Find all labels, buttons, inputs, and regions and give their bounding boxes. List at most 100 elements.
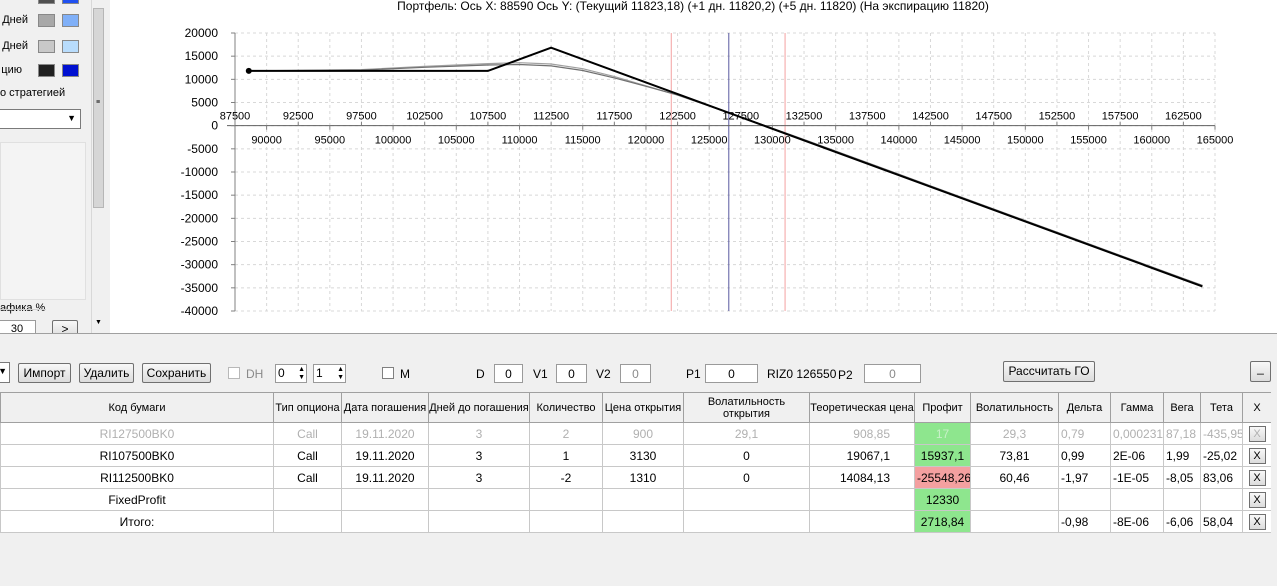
cell-vega[interactable]: 87,18 [1163,422,1201,445]
cell-expiry[interactable] [341,488,429,511]
cell-theo-price[interactable] [809,510,915,533]
color-swatch[interactable] [38,14,55,27]
table-row[interactable]: Итого: 2718,84 -0,98 -8E-06 -6,06 58,04 X [0,510,1272,533]
cell-expiry[interactable]: 19.11.2020 [341,444,429,467]
cell-theo-price[interactable]: 908,85 [809,422,915,445]
cell-type[interactable] [273,488,342,511]
dh-checkbox[interactable] [228,367,240,379]
delete-button[interactable]: Удалить [79,363,134,383]
remove-row-button[interactable]: X [1248,513,1266,530]
cell-days[interactable]: 3 [428,466,530,489]
cell-days[interactable]: 3 [428,422,530,445]
cell-delta[interactable]: 0,79 [1058,422,1111,445]
cell-vol[interactable] [970,510,1059,533]
col-header-gamma[interactable]: Гамма [1110,392,1164,423]
col-header-type[interactable]: Тип опциона [273,392,342,423]
cell-open-price[interactable]: 900 [602,422,684,445]
color-swatch[interactable] [38,64,55,77]
cell-gamma[interactable]: -8E-06 [1110,510,1164,533]
cell-profit[interactable]: 17 [914,422,971,445]
col-header-expiry[interactable]: Дата погашения [341,392,429,423]
cell-theta[interactable] [1200,488,1243,511]
cell-profit[interactable]: 2718,84 [914,510,971,533]
cell-theta[interactable]: 58,04 [1200,510,1243,533]
cell-type[interactable]: Call [273,422,342,445]
cell-open-price[interactable]: 3130 [602,444,684,467]
p2-input[interactable]: 0 [864,364,921,383]
cell-open-vol[interactable] [683,488,810,511]
cell-open-vol[interactable]: 0 [683,444,810,467]
cell-theo-price[interactable]: 14084,13 [809,466,915,489]
cell-expiry[interactable]: 19.11.2020 [341,466,429,489]
cell-theo-price[interactable] [809,488,915,511]
p1-input[interactable]: 0 [705,364,758,383]
cell-open-price[interactable] [602,488,684,511]
calculate-margin-button[interactable]: Рассчитать ГО [1003,361,1095,382]
cell-vol[interactable] [970,488,1059,511]
d-input[interactable]: 0 [494,364,523,383]
cell-expiry[interactable]: 19.11.2020 [341,422,429,445]
cell-vol[interactable]: 73,81 [970,444,1059,467]
col-header-vega[interactable]: Вега [1163,392,1201,423]
dh-spinner[interactable]: 0 ▲ ▼ [275,364,307,383]
left-scrollbar[interactable]: ≡ ▼ [91,0,106,333]
table-row[interactable]: FixedProfit 12330 X [0,488,1272,511]
remove-row-button[interactable]: X [1248,447,1266,464]
cell-open-price[interactable] [602,510,684,533]
cell-type[interactable]: Call [273,466,342,489]
color-swatch[interactable] [62,40,79,53]
v1-input[interactable]: 0 [556,364,587,383]
cell-delta[interactable]: 0,99 [1058,444,1111,467]
col-header-open-vol[interactable]: Волатильность открытия [683,392,810,423]
cell-code[interactable]: Итого: [0,510,274,533]
color-swatch[interactable] [62,64,79,77]
table-row[interactable]: RI127500BK0 Call 19.11.2020 3 2 900 29,1 908,85… [0,422,1272,445]
cell-code[interactable]: RI107500BK0 [0,444,274,467]
cell-qty[interactable]: 2 [529,422,603,445]
cell-code[interactable]: RI112500BK0 [0,466,274,489]
cell-vega[interactable]: -8,05 [1163,466,1201,489]
remove-row-button[interactable]: X [1248,491,1266,508]
step-spinner[interactable]: 1 ▲ ▼ [313,364,346,383]
col-header-x[interactable]: X [1242,392,1272,423]
cell-theta[interactable]: -435,95 [1200,422,1243,445]
cell-qty[interactable]: -2 [529,466,603,489]
strategy-dropdown[interactable]: ▼ [0,109,81,129]
toolbar-dropdown[interactable]: ▼ [0,362,10,383]
cell-days[interactable]: 3 [428,444,530,467]
cell-gamma[interactable]: -1E-05 [1110,466,1164,489]
spin-arrows-icon[interactable]: ▲ ▼ [298,366,305,382]
col-header-profit[interactable]: Профит [914,392,971,423]
cell-open-vol[interactable]: 0 [683,466,810,489]
cell-expiry[interactable] [341,510,429,533]
table-row[interactable]: RI112500BK0 Call 19.11.2020 3 -2 1310 0 14084,1… [0,466,1272,489]
cell-qty[interactable] [529,510,603,533]
cell-code[interactable]: FixedProfit [0,488,274,511]
cell-vol[interactable]: 29,3 [970,422,1059,445]
import-button[interactable]: Импорт [18,363,71,383]
color-swatch[interactable] [62,0,79,4]
col-header-code[interactable]: Код бумаги [0,392,274,423]
cell-profit[interactable]: -25548,26 [914,466,971,489]
cell-theo-price[interactable]: 19067,1 [809,444,915,467]
spin-arrows-icon[interactable]: ▲ ▼ [337,366,344,382]
m-checkbox[interactable] [382,367,394,379]
cell-days[interactable] [428,510,530,533]
remove-row-button[interactable]: X [1248,469,1266,486]
cell-gamma[interactable]: 0,000231 [1110,422,1164,445]
remove-row-button[interactable]: X [1248,425,1266,442]
color-swatch[interactable] [38,40,55,53]
col-header-days[interactable]: Дней до погашения [428,392,530,423]
color-swatch[interactable] [38,0,55,4]
cell-code[interactable]: RI127500BK0 [0,422,274,445]
v2-input[interactable]: 0 [620,364,651,383]
cell-profit[interactable]: 12330 [914,488,971,511]
cell-delta[interactable]: -1,97 [1058,466,1111,489]
col-header-qty[interactable]: Количество [529,392,603,423]
cell-vega[interactable] [1163,488,1201,511]
save-button[interactable]: Сохранить [142,363,211,383]
cell-gamma[interactable] [1110,488,1164,511]
cell-vega[interactable]: -6,06 [1163,510,1201,533]
cell-profit[interactable]: 15937,1 [914,444,971,467]
cell-delta[interactable] [1058,488,1111,511]
